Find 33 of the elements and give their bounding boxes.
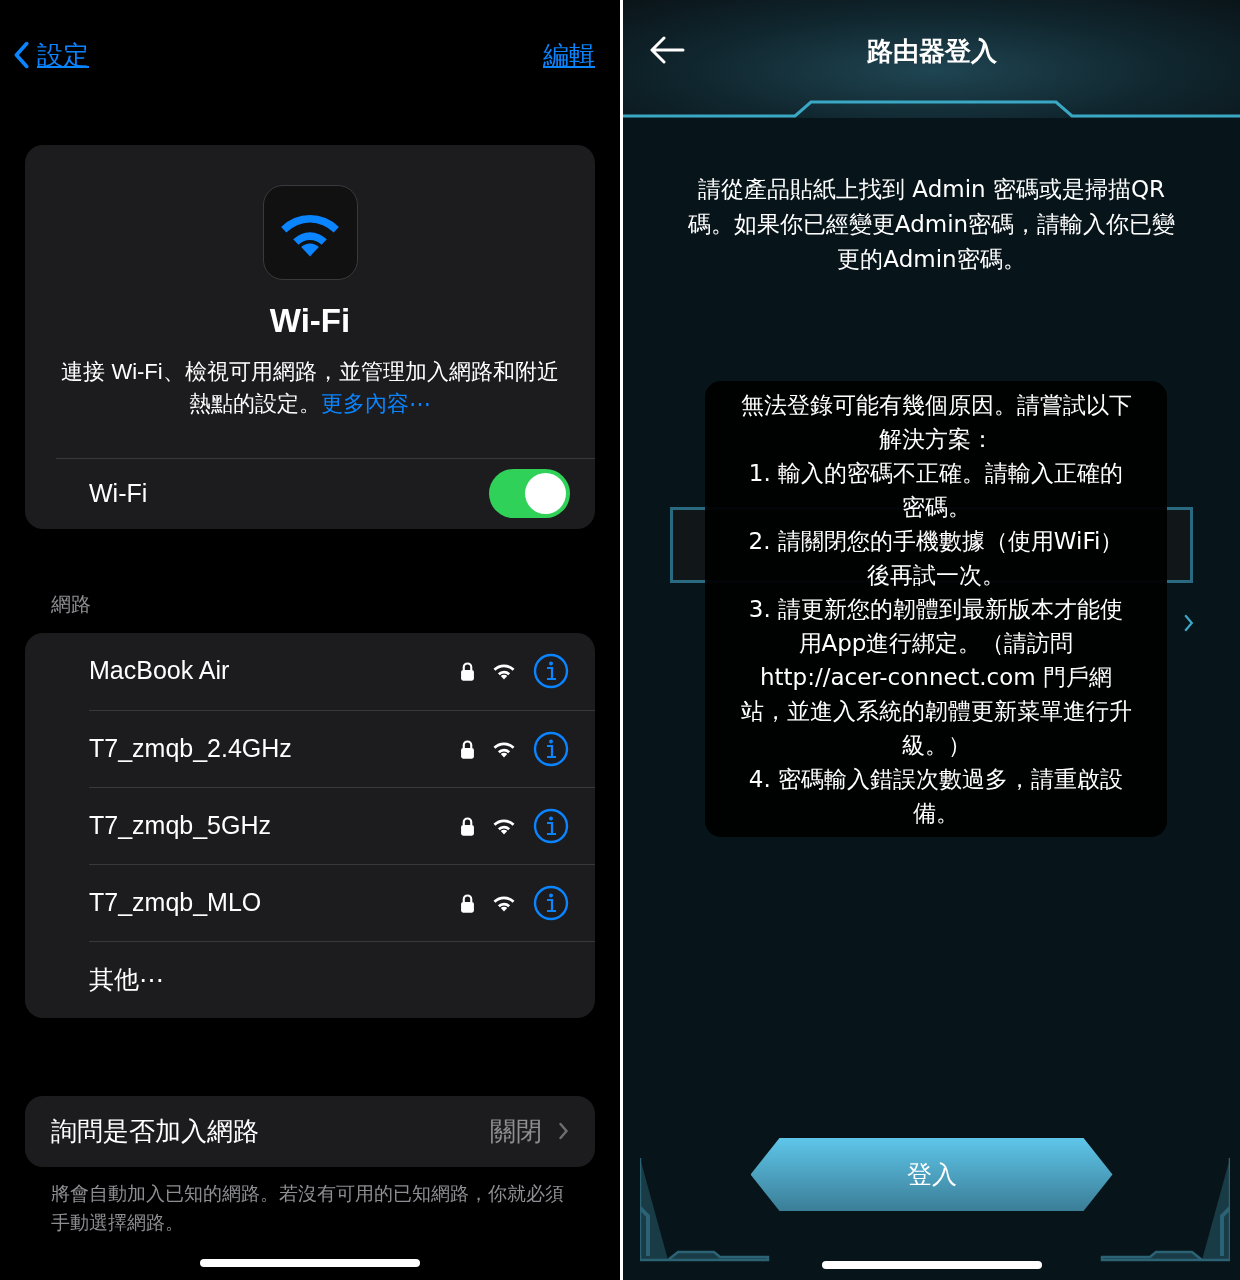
network-name[interactable]: T7_zmqb_MLO — [89, 883, 460, 922]
info-icon[interactable] — [533, 807, 569, 844]
network-name[interactable]: T7_zmqb_5GHz — [89, 806, 460, 845]
toast-message: 3. 請更新您的韌體到最新版本才能使用App進行綁定。（請訪問 http://acer-connect.com 門戶網站，並進入系統的韌體更新菜單進行升級。） — [739, 595, 1133, 760]
wifi-signal-icon — [492, 893, 516, 912]
toast-message: 4. 密碼輸入錯誤次數過多，請重啟設備。 — [747, 765, 1125, 828]
chevron-right-icon — [558, 1122, 569, 1140]
wifi-description: 連接 Wi-Fi、檢視可用網路，並管理加入網路和附近熱點的設定。更多內容⋯ — [60, 357, 560, 418]
ask-to-join-note: 將會自動加入已知的網路。若沒有可用的已知網路，你就必須手動選擇網路。 — [50, 1181, 565, 1235]
wifi-toggle-label: Wi-Fi — [89, 477, 148, 509]
toast-message: 無法登錄可能有幾個原因。請嘗試以下解決方案： — [739, 391, 1133, 454]
wifi-signal-icon — [492, 816, 516, 835]
ask-to-join-row[interactable]: 詢問是否加入網路 關閉 — [25, 1095, 595, 1167]
edit-button[interactable]: 編輯 — [543, 35, 595, 75]
wifi-signal-icon — [492, 739, 516, 758]
back-button[interactable]: 設定 — [13, 35, 89, 75]
more-link[interactable]: 更多內容⋯ — [321, 390, 431, 416]
chevron-right-icon — [1183, 613, 1194, 633]
info-icon[interactable] — [533, 884, 569, 921]
network-name[interactable]: T7_zmqb_2.4GHz — [89, 729, 460, 768]
toast-message: 1. 輸入的密碼不正確。請輸入正確的密碼。 — [747, 459, 1125, 522]
instructions-text: 請從產品貼紙上找到 Admin 密碼或是掃描QR碼。如果你已經變更Admin密碼，請輸入你已變更的Admin密碼。 — [686, 175, 1177, 274]
toast-message: 2. 請關閉您的手機數據（使用WiFi）後再試一次。 — [747, 527, 1125, 590]
network-name[interactable]: 其他⋯ — [89, 960, 569, 999]
wifi-title: Wi-Fi — [269, 301, 351, 341]
wifi-signal-icon — [492, 662, 516, 680]
chevron-left-icon — [13, 41, 29, 69]
wifi-toggle[interactable] — [489, 469, 570, 518]
section-header: 網路 — [51, 591, 92, 617]
info-icon[interactable] — [533, 730, 569, 767]
page-title: 路由器登入 — [865, 34, 998, 68]
info-icon[interactable] — [533, 653, 569, 689]
network-name[interactable]: MacBook Air — [89, 652, 460, 690]
